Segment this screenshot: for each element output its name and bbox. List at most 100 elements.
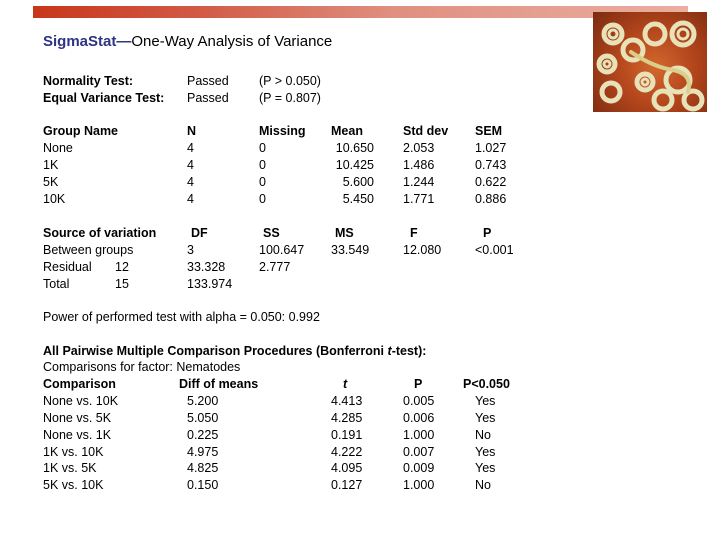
comparison-p: 0.007: [403, 445, 435, 459]
comparison-diff: 4.975: [187, 445, 219, 459]
anova-p: <0.001: [475, 243, 514, 257]
comparison-significant: Yes: [475, 394, 496, 408]
comparison-diff: 5.050: [187, 411, 219, 425]
comparison-p: 0.006: [403, 411, 435, 425]
anova-ss: 133.974: [187, 277, 233, 291]
col-header-p: P: [414, 377, 423, 391]
comparison-name: None vs. 10K: [43, 394, 119, 408]
group-n: 4: [187, 158, 194, 172]
col-header-f: F: [410, 226, 418, 240]
comparison-t: 0.191: [331, 428, 363, 442]
group-std-dev: 1.771: [403, 192, 435, 206]
comparison-significant: No: [475, 478, 491, 492]
group-missing: 0: [259, 175, 266, 189]
comparison-name: None vs. 5K: [43, 411, 112, 425]
group-missing: 0: [259, 158, 266, 172]
anova-ss: 100.647: [259, 243, 305, 257]
title-dash: —: [116, 33, 132, 50]
group-std-dev: 1.244: [403, 175, 435, 189]
group-mean: 10.650: [335, 141, 374, 155]
col-header-group-name: Group Name: [43, 124, 119, 138]
comparison-name: 1K vs. 10K: [43, 445, 104, 459]
comparison-p: 0.005: [403, 394, 435, 408]
col-header-comparison: Comparison: [43, 377, 116, 391]
power-statement: Power of performed test with alpha = 0.0…: [43, 310, 320, 324]
comparison-significant: Yes: [475, 411, 496, 425]
group-missing: 0: [259, 141, 266, 155]
comparison-p: 1.000: [403, 428, 435, 442]
group-n: 4: [187, 175, 194, 189]
normality-test-p: (P > 0.050): [259, 74, 321, 88]
equal-variance-test-p: (P = 0.807): [259, 91, 321, 105]
anova-f: 12.080: [403, 243, 442, 257]
group-mean: 10.425: [335, 158, 374, 172]
comparison-diff: 5.200: [187, 394, 219, 408]
group-sem: 0.886: [475, 192, 507, 206]
col-header-diff-of-means: Diff of means: [179, 377, 259, 391]
title-brand: SigmaStat: [43, 33, 117, 50]
group-name: 5K: [43, 175, 59, 189]
group-sem: 0.622: [475, 175, 507, 189]
col-header-significant: P<0.050: [463, 377, 510, 391]
anova-df: 12: [115, 260, 129, 274]
comparison-p: 0.009: [403, 461, 435, 475]
group-sem: 0.743: [475, 158, 507, 172]
normality-test-label: Normality Test:: [43, 74, 134, 88]
title-text: One-Way Analysis of Variance: [131, 33, 333, 50]
anova-ms: 33.549: [331, 243, 370, 257]
col-header-ss: SS: [263, 226, 280, 240]
comparison-name: 1K vs. 5K: [43, 461, 97, 475]
group-sem: 1.027: [475, 141, 507, 155]
col-header-df: DF: [191, 226, 208, 240]
comparison-diff: 4.825: [187, 461, 219, 475]
group-mean: 5.450: [342, 192, 374, 206]
comparison-diff: 0.150: [187, 478, 219, 492]
anova-df: 15: [115, 277, 129, 291]
col-header-t: t: [343, 377, 348, 391]
comparison-name: None vs. 1K: [43, 428, 112, 442]
equal-variance-test-label: Equal Variance Test:: [43, 91, 165, 105]
comparison-t: 4.413: [331, 394, 363, 408]
nematodes-photo: [593, 12, 707, 112]
comparison-p: 1.000: [403, 478, 435, 492]
pairwise-title-post: -test):: [391, 344, 427, 358]
page-title: SigmaStat—One-Way Analysis of Variance: [43, 33, 332, 50]
anova-source: Between groups: [43, 243, 134, 257]
group-mean: 5.600: [342, 175, 374, 189]
group-n: 4: [187, 192, 194, 206]
equal-variance-test-result: Passed: [187, 91, 229, 105]
comparison-significant: Yes: [475, 445, 496, 459]
group-std-dev: 1.486: [403, 158, 435, 172]
group-name: None: [43, 141, 73, 155]
anova-ms: 2.777: [259, 260, 291, 274]
group-name: 10K: [43, 192, 66, 206]
group-std-dev: 2.053: [403, 141, 435, 155]
col-header-n: N: [187, 124, 197, 138]
comparison-t: 4.285: [331, 411, 363, 425]
group-n: 4: [187, 141, 194, 155]
pairwise-subtitle: Comparisons for factor: Nematodes: [43, 360, 241, 374]
col-header-mean: Mean: [331, 124, 363, 138]
comparison-name: 5K vs. 10K: [43, 478, 104, 492]
anova-source: Total: [43, 277, 70, 291]
anova-ss: 33.328: [187, 260, 226, 274]
col-header-std-dev: Std dev: [403, 124, 449, 138]
group-name: 1K: [43, 158, 59, 172]
comparison-t: 0.127: [331, 478, 363, 492]
col-header-p: P: [483, 226, 492, 240]
group-missing: 0: [259, 192, 266, 206]
col-header-sem: SEM: [475, 124, 503, 138]
anova-source: Residual: [43, 260, 92, 274]
comparison-significant: No: [475, 428, 491, 442]
comparison-t: 4.095: [331, 461, 363, 475]
col-header-missing: Missing: [259, 124, 306, 138]
pairwise-title: All Pairwise Multiple Comparison Procedu…: [43, 343, 426, 360]
comparison-significant: Yes: [475, 461, 496, 475]
header-accent-bar: [33, 6, 688, 18]
comparison-diff: 0.225: [187, 428, 219, 442]
comparison-t: 4.222: [331, 445, 363, 459]
pairwise-title-pre: All Pairwise Multiple Comparison Procedu…: [43, 344, 388, 358]
anova-df: 3: [187, 243, 194, 257]
col-header-ms: MS: [335, 226, 354, 240]
col-header-source: Source of variation: [43, 226, 157, 240]
